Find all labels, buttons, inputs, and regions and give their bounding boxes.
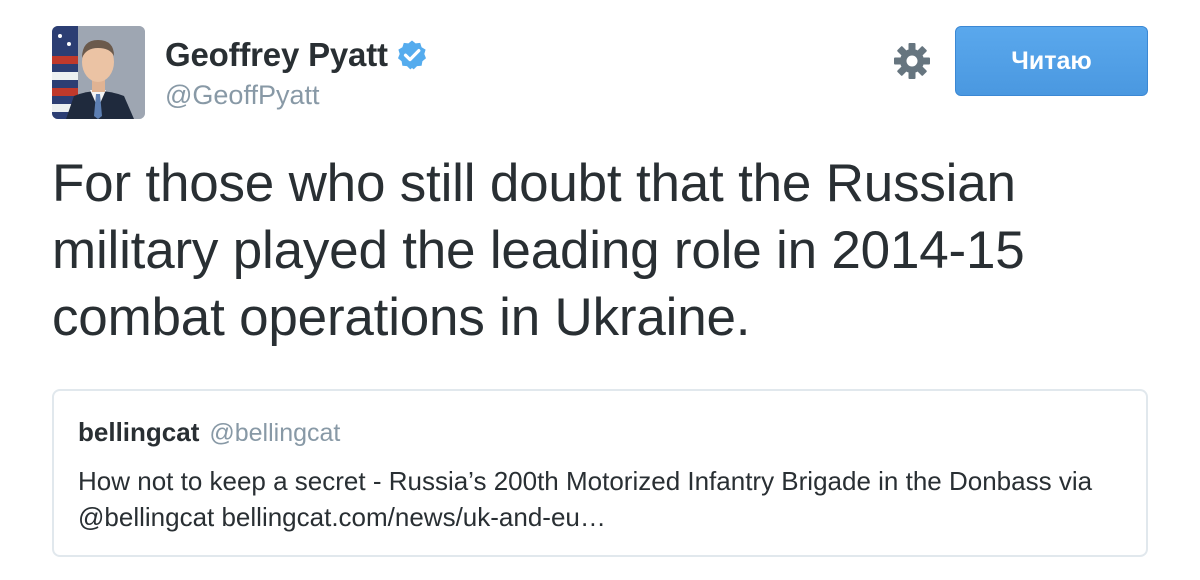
verified-badge-icon	[396, 39, 428, 71]
quoted-tweet-text: How not to keep a secret - Russia’s 200t…	[78, 466, 1093, 532]
tweet-text: For those who still doubt that the Russi…	[52, 154, 1025, 347]
quoted-author-handle: @bellingcat	[209, 419, 341, 447]
avatar[interactable]	[52, 26, 145, 119]
author-name-row[interactable]: Geoffrey Pyatt	[165, 35, 428, 75]
tweet-card: Geoffrey Pyatt @GeoffPyatt Читаю For tho…	[0, 0, 1200, 580]
avatar-image	[52, 26, 145, 119]
quoted-tweet-header: bellingcat @bellingcat	[78, 417, 340, 448]
quoted-tweet-card[interactable]: bellingcat @bellingcat How not to keep a…	[52, 389, 1148, 557]
author-handle[interactable]: @GeoffPyatt	[165, 80, 320, 111]
follow-button[interactable]: Читаю	[955, 26, 1148, 96]
gear-icon[interactable]	[892, 41, 932, 81]
quoted-author-name: bellingcat	[78, 417, 200, 447]
author-display-name[interactable]: Geoffrey Pyatt	[165, 36, 388, 74]
